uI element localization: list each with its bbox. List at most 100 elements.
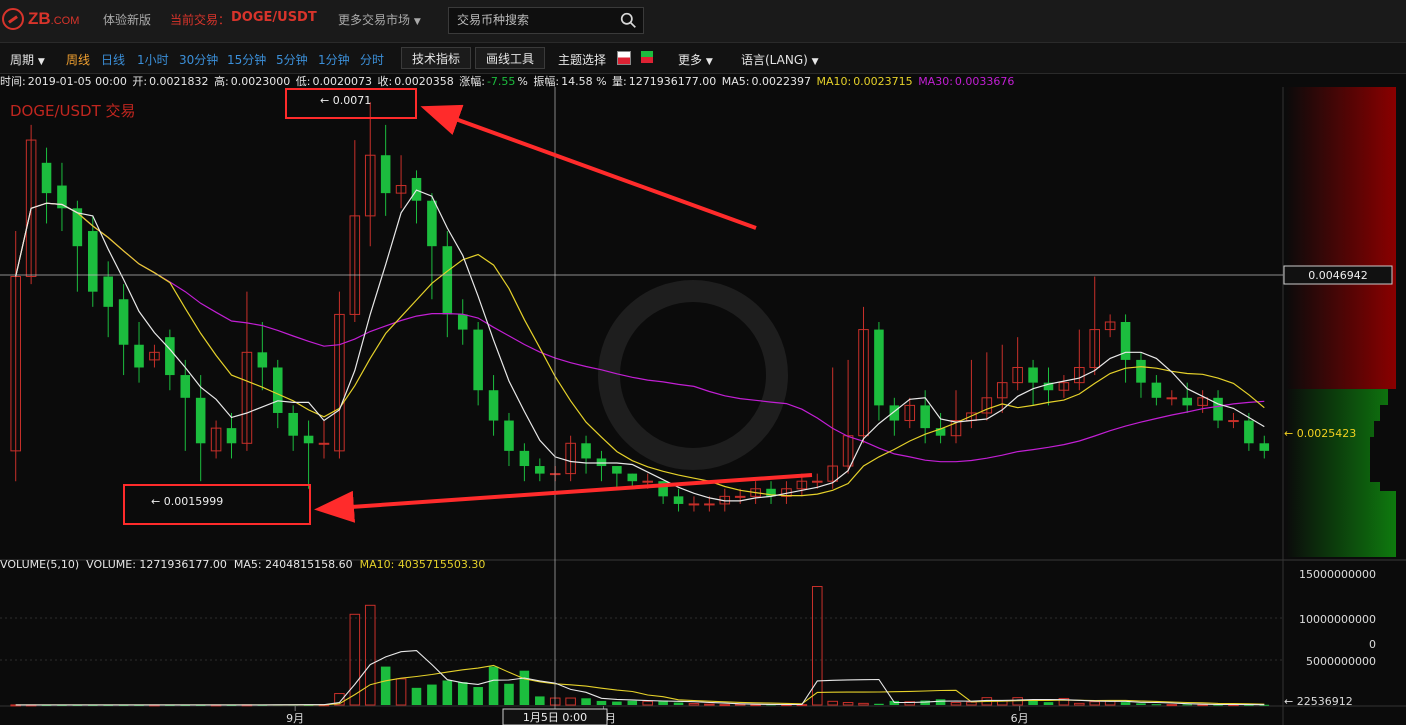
more-dropdown[interactable]: 更多 ▼: [678, 51, 713, 68]
high-annotation-arrow: [420, 104, 757, 230]
period-1h[interactable]: 1小时: [137, 51, 169, 68]
volume-bar-up: [827, 700, 838, 706]
period-15m[interactable]: 15分钟: [227, 51, 266, 68]
volume-bar-down: [874, 703, 884, 705]
theme-red-icon[interactable]: [617, 51, 631, 65]
period-weekly[interactable]: 周线: [66, 51, 90, 68]
ma-lines: [15, 189, 1265, 502]
time-axis-label: 9月: [286, 712, 304, 725]
candle-body-down: [88, 231, 98, 292]
period-30m[interactable]: 30分钟: [179, 51, 218, 68]
volume-bar-down: [473, 687, 483, 705]
candle-body-down: [288, 412, 298, 436]
vol-ma10-label: MA10:: [359, 558, 395, 571]
more-markets-dropdown[interactable]: 更多交易市场 ▼: [338, 11, 421, 28]
volume-bar-up: [704, 703, 715, 706]
candle-body-down: [889, 405, 900, 421]
volume-bar-up: [842, 702, 854, 706]
new-version-link[interactable]: 体验新版: [103, 11, 151, 28]
candle-body-down: [473, 329, 483, 391]
volume-bar-down: [1151, 704, 1162, 706]
depth-bid-area: [1286, 389, 1396, 557]
last-price-label: ← 0.0025423: [1284, 427, 1356, 440]
volume-bar-down: [1043, 702, 1054, 705]
low-annotation-arrow: [314, 473, 813, 523]
language-label: 语言(LANG): [741, 53, 808, 67]
candle-body-down: [103, 276, 113, 307]
candle-body-down: [920, 405, 930, 429]
candle-body-down: [180, 375, 191, 398]
current-pair: DOGE/USDT: [231, 10, 317, 25]
zb-logo-icon: [2, 8, 24, 30]
candle-body-down: [1213, 397, 1223, 421]
zb-logo[interactable]: ZB.COM: [2, 8, 102, 32]
candle-body-down: [1028, 367, 1038, 383]
period-timeline[interactable]: 分时: [360, 51, 384, 68]
volume-axis-label: 15000000000: [1299, 568, 1376, 581]
candle-body-down: [581, 443, 591, 459]
search-icon[interactable]: [620, 12, 637, 29]
candle-body-down: [303, 435, 314, 444]
candle-body-down: [411, 177, 422, 201]
volume-bar-up: [364, 604, 376, 706]
candle-body-down: [427, 200, 437, 247]
candle-body-down: [519, 450, 530, 467]
more-label: 更多: [678, 53, 703, 67]
candle-body-down: [488, 390, 499, 421]
time-axis-label: 6月: [1011, 712, 1029, 725]
volume-title: VOLUME(5,10): [0, 558, 80, 571]
ohlc-info-bar: 时间: 2019-01-05 00:00 开: 0.0021832 高: 0.0023…: [0, 73, 1290, 88]
chevron-down-icon: ▼: [413, 17, 421, 27]
candle-body-down: [457, 314, 468, 330]
period-5m[interactable]: 5分钟: [276, 51, 308, 68]
candle-body-down: [41, 162, 52, 194]
volume-bar-up: [1089, 701, 1101, 706]
period-dropdown[interactable]: 周期 ▼: [10, 51, 45, 68]
volume-bar-down: [457, 682, 468, 705]
volume-bar-up: [719, 704, 731, 707]
depth-ask-area: [1286, 87, 1396, 389]
candlestick-chart[interactable]: 0.0046942 ← 0.0025423 15000000000 100000000…: [0, 87, 1406, 725]
candle-body-down: [257, 352, 268, 368]
candles-group: [10, 102, 1270, 512]
candle-body-down: [380, 155, 391, 194]
search-box: [448, 7, 644, 34]
volume-bar-up: [642, 700, 653, 706]
candle-body-up: [642, 480, 653, 483]
language-dropdown[interactable]: 语言(LANG) ▼: [741, 51, 819, 68]
volume-bars: [10, 586, 1270, 707]
volume-bar-down: [427, 684, 437, 705]
candle-body-down: [1136, 359, 1146, 383]
chevron-down-icon: ▼: [37, 57, 45, 67]
candle-body-up: [734, 495, 746, 498]
candle-body-down: [627, 473, 638, 482]
volume-bar-down: [673, 702, 684, 705]
ma5-line: [15, 189, 1265, 502]
drawing-tools-button[interactable]: 画线工具: [475, 47, 546, 69]
candle-body-up: [688, 503, 700, 506]
chart-grid: [0, 87, 1406, 725]
candle-body-down: [612, 466, 622, 474]
volume-bar-down: [627, 700, 638, 705]
indicators-button[interactable]: 技术指标: [401, 47, 472, 69]
period-1m[interactable]: 1分钟: [318, 51, 350, 68]
volume-bar-up: [688, 703, 700, 706]
volume-bar-down: [1182, 704, 1192, 706]
volume-bar-down: [411, 687, 422, 705]
candle-body-down: [134, 344, 144, 368]
crosshair-price-label: 0.0046942: [1308, 269, 1368, 282]
volume-bar-up: [858, 702, 869, 706]
volume-ma5-line: [15, 650, 1265, 706]
volume-label2: VOLUME:: [86, 558, 136, 571]
candle-body-down: [673, 496, 684, 504]
theme-green-icon[interactable]: [641, 51, 653, 63]
volume-bar-down: [504, 683, 514, 705]
volume-bar-down: [535, 696, 545, 705]
candle-body-up: [1228, 420, 1239, 423]
vol-ma10-value: 4035715503.30: [397, 558, 486, 571]
crosshair-time-label: 1月5日 0:00: [523, 711, 587, 724]
search-input[interactable]: [457, 13, 607, 27]
theme-label: 主题选择: [558, 53, 607, 67]
period-daily[interactable]: 日线: [101, 51, 125, 68]
candle-body-up: [1166, 397, 1178, 400]
